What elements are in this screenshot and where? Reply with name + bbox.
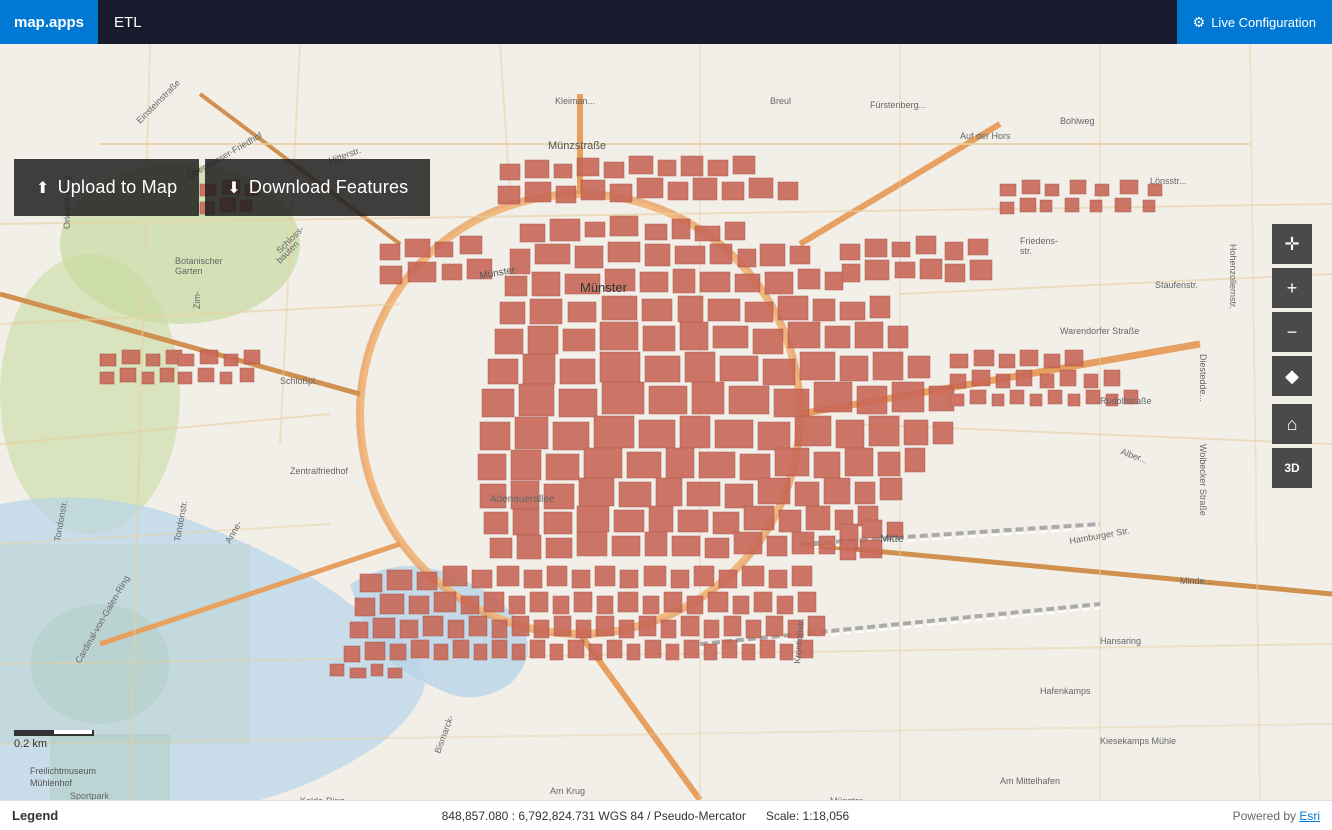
svg-text:Diestedde...: Diestedde... (1198, 354, 1208, 402)
powered-text: Powered by (1233, 809, 1300, 823)
svg-text:Münster: Münster (580, 280, 628, 295)
svg-text:Mühlenhof: Mühlenhof (30, 778, 73, 788)
compass-icon: ✛ (1284, 234, 1299, 255)
download-features-button[interactable]: ⬇ Download Features (205, 159, 430, 216)
map-buttons-container: ⬆ Upload to Map ⬇ Download Features (14, 159, 430, 216)
scale-bar-label: 0.2 km (14, 738, 47, 750)
scale-bar: 0.2 km (14, 730, 94, 750)
svg-text:Auf der Hors: Auf der Hors (960, 131, 1011, 141)
map-controls: ✛ + − ◆ ⌂ 3D (1272, 224, 1312, 488)
svg-text:Fürstenberg...: Fürstenberg... (870, 100, 926, 110)
svg-text:Hafenkamps: Hafenkamps (1040, 686, 1091, 696)
legend-label: Legend (12, 808, 58, 823)
live-config-button[interactable]: ⚙ Live Configuration (1177, 0, 1332, 44)
svg-text:Warendorfer Straße: Warendorfer Straße (1060, 326, 1139, 336)
svg-text:Hansaring: Hansaring (1100, 636, 1141, 646)
upload-label: Upload to Map (58, 177, 178, 198)
svg-text:Rudolfstraße: Rudolfstraße (1100, 396, 1152, 406)
svg-text:Am Mittelhafen: Am Mittelhafen (1000, 776, 1060, 786)
minus-icon: − (1287, 322, 1298, 343)
esri-link[interactable]: Esri (1299, 809, 1320, 823)
svg-text:Lönsstr...: Lönsstr... (1150, 176, 1187, 186)
svg-text:Adenauerallee: Adenauerallee (490, 494, 555, 505)
compass-button[interactable]: ✛ (1272, 224, 1312, 264)
download-label: Download Features (249, 177, 409, 198)
svg-text:Zentralfriedhof: Zentralfriedhof (290, 466, 349, 476)
home-icon: ⌂ (1287, 414, 1298, 435)
zoom-in-button[interactable]: + (1272, 268, 1312, 308)
plus-icon: + (1287, 278, 1298, 299)
svg-text:Kiesekamps Mühle: Kiesekamps Mühle (1100, 736, 1176, 746)
svg-text:Zim-: Zim- (192, 291, 202, 309)
svg-text:Hohenzollernstr.: Hohenzollernstr. (1228, 244, 1238, 309)
svg-text:Am Krug: Am Krug (550, 786, 585, 796)
scale-bar-line (14, 730, 94, 736)
product-title: ETL (98, 14, 158, 31)
svg-text:Bohlweg: Bohlweg (1060, 116, 1095, 126)
upload-icon: ⬆ (36, 178, 50, 198)
gear-icon: ⚙ (1193, 14, 1206, 31)
svg-text:Wolbecker Straße: Wolbecker Straße (1198, 444, 1208, 516)
topbar: map.apps ETL ⚙ Live Configuration (0, 0, 1332, 44)
svg-text:Münzstraße: Münzstraße (548, 140, 606, 152)
svg-text:Botanischer: Botanischer (175, 256, 223, 266)
svg-text:Kleiman...: Kleiman... (555, 96, 595, 106)
statusbar-center: 848,857.080 : 6,792,824.731 WGS 84 / Pse… (442, 809, 850, 823)
svg-text:Minde...: Minde... (1180, 576, 1212, 586)
svg-text:Sportpark: Sportpark (70, 791, 110, 800)
powered-by: Powered by Esri (1233, 809, 1320, 823)
diamond-icon: ◆ (1285, 366, 1299, 387)
map-container[interactable]: Münzstraße Münster Mitte Adenauerallee Ü… (0, 44, 1332, 800)
upload-to-map-button[interactable]: ⬆ Upload to Map (14, 159, 199, 216)
diamond-button[interactable]: ◆ (1272, 356, 1312, 396)
svg-text:Schloßpl.: Schloßpl. (280, 376, 318, 386)
svg-text:Mitte: Mitte (880, 533, 904, 545)
threed-label: 3D (1284, 461, 1299, 475)
svg-text:Garten: Garten (175, 266, 203, 276)
coordinates-display: 848,857.080 : 6,792,824.731 WGS 84 / Pse… (442, 809, 746, 823)
zoom-out-button[interactable]: − (1272, 312, 1312, 352)
svg-text:Freilichtmuseum: Freilichtmuseum (30, 766, 96, 776)
home-button[interactable]: ⌂ (1272, 404, 1312, 444)
download-icon: ⬇ (227, 178, 241, 198)
statusbar: Legend 848,857.080 : 6,792,824.731 WGS 8… (0, 800, 1332, 830)
live-config-label: Live Configuration (1211, 15, 1316, 30)
threed-button[interactable]: 3D (1272, 448, 1312, 488)
svg-text:Friedens-: Friedens- (1020, 236, 1058, 246)
svg-text:Breul: Breul (770, 96, 791, 106)
brand-logo: map.apps (0, 0, 98, 44)
svg-text:str.: str. (1020, 246, 1032, 256)
scale-display: Scale: 1:18,056 (766, 809, 849, 823)
svg-text:Staufenstr.: Staufenstr. (1155, 280, 1198, 290)
